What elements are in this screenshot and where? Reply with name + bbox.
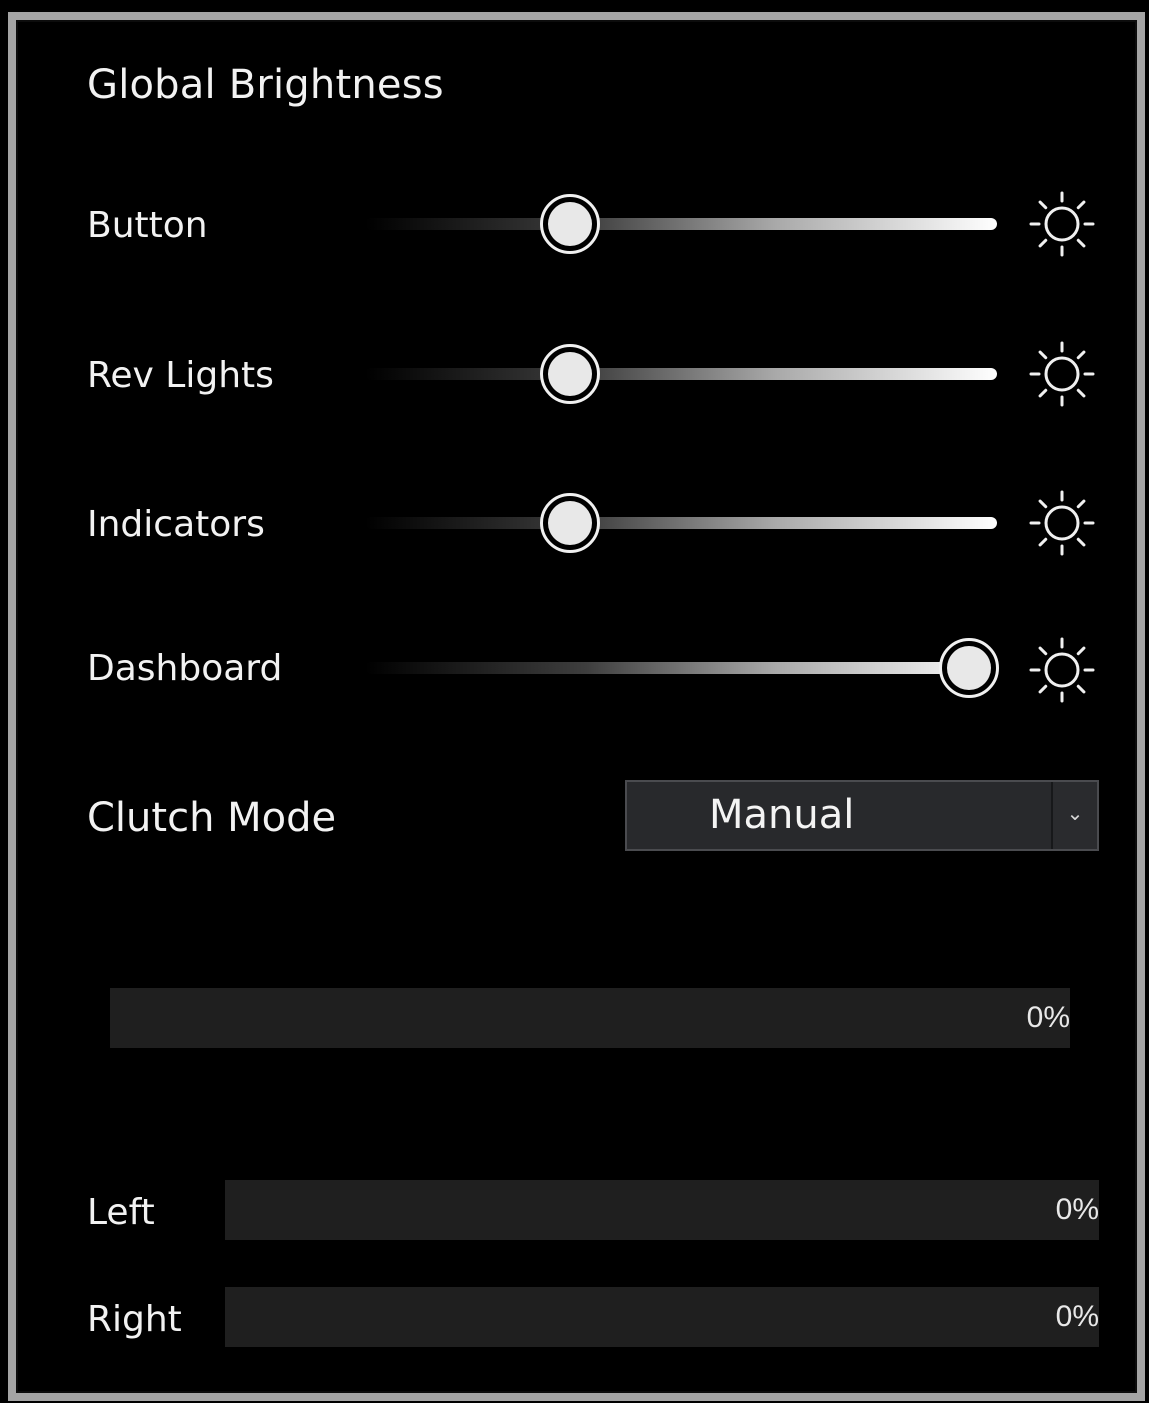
slider-track[interactable] bbox=[365, 368, 997, 380]
clutch-progress-text: 0% bbox=[1026, 1001, 1070, 1034]
slider-track[interactable] bbox=[365, 517, 997, 529]
sun-icon bbox=[1029, 490, 1095, 556]
slider-label-indicators: Indicators bbox=[87, 504, 265, 545]
left-paddle-text: 0% bbox=[1055, 1193, 1099, 1226]
left-paddle-bar: 0% bbox=[225, 1180, 1099, 1240]
clutch-mode-select[interactable]: Manual ⌄ bbox=[625, 780, 1099, 851]
slider-dashboard[interactable] bbox=[365, 636, 999, 700]
slider-track[interactable] bbox=[365, 662, 997, 674]
clutch-mode-label: Clutch Mode bbox=[87, 795, 337, 841]
panel-title: Global Brightness bbox=[87, 62, 444, 108]
paddle-label-left: Left bbox=[87, 1192, 155, 1233]
slider-label-rev-lights: Rev Lights bbox=[87, 355, 274, 396]
paddle-label-right: Right bbox=[87, 1299, 182, 1340]
slider-label-button: Button bbox=[87, 205, 208, 246]
slider-button[interactable] bbox=[365, 192, 997, 256]
sun-icon bbox=[1029, 191, 1095, 257]
slider-thumb[interactable] bbox=[938, 638, 999, 698]
chevron-down-icon[interactable]: ⌄ bbox=[1051, 782, 1097, 849]
slider-label-dashboard: Dashboard bbox=[87, 648, 283, 689]
slider-thumb[interactable] bbox=[540, 194, 601, 254]
sun-icon bbox=[1029, 637, 1095, 703]
right-paddle-bar: 0% bbox=[225, 1287, 1099, 1347]
slider-rev-lights[interactable] bbox=[365, 342, 997, 406]
sun-icon bbox=[1029, 341, 1095, 407]
slider-indicators[interactable] bbox=[365, 491, 997, 555]
right-paddle-text: 0% bbox=[1055, 1300, 1099, 1333]
slider-thumb[interactable] bbox=[540, 493, 601, 553]
clutch-mode-value: Manual bbox=[709, 792, 855, 838]
slider-track[interactable] bbox=[365, 218, 997, 230]
clutch-progress-bar: 0% bbox=[110, 988, 1070, 1048]
slider-thumb[interactable] bbox=[540, 344, 601, 404]
